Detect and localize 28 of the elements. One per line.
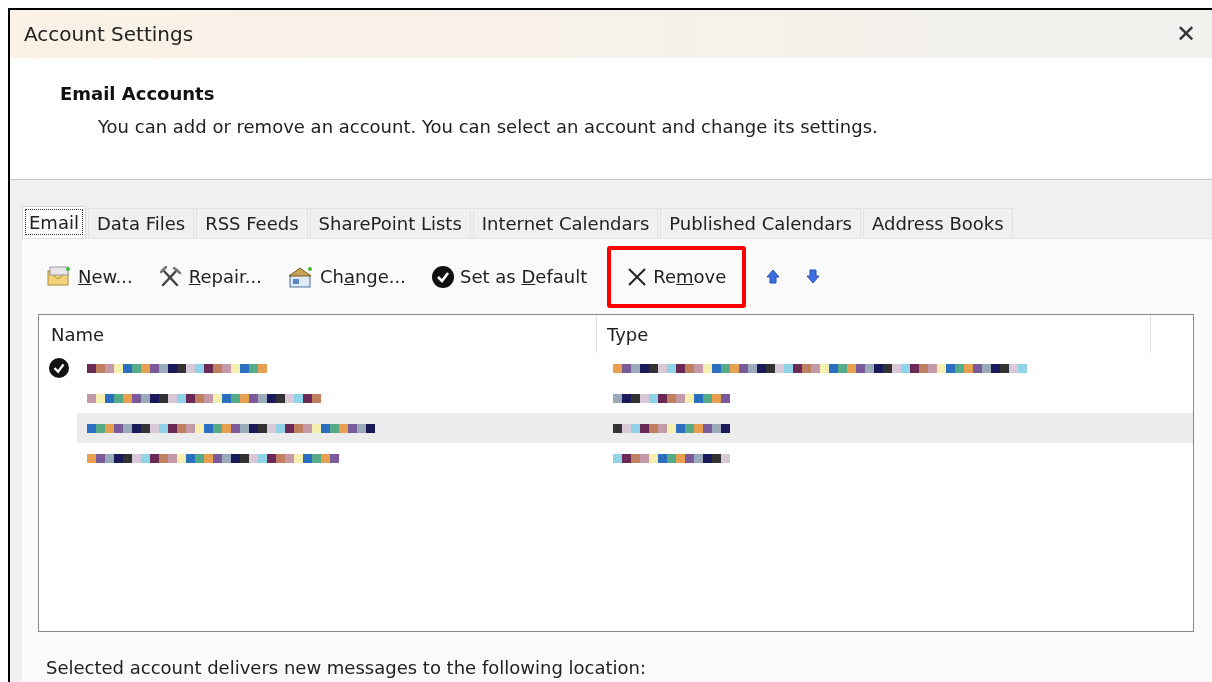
- repair-button[interactable]: Repair...: [152, 256, 268, 297]
- arrow-down-icon: [806, 269, 821, 284]
- tab[interactable]: Data Files: [87, 208, 195, 238]
- account-row[interactable]: [77, 413, 1193, 443]
- new-button[interactable]: New...: [40, 256, 139, 297]
- section-title: Email Accounts: [60, 82, 216, 106]
- window-title: Account Settings: [24, 21, 194, 48]
- envelope-icon: [46, 265, 72, 288]
- tab[interactable]: RSS Feeds: [196, 208, 308, 238]
- section-description: You can add or remove an account. You can select an account and change its settings.: [98, 115, 879, 139]
- tab[interactable]: Email: [22, 206, 86, 238]
- house-card-icon: [287, 265, 314, 288]
- close-button[interactable]: ✕: [1171, 22, 1200, 46]
- check-circle-icon: [49, 358, 69, 378]
- default-button[interactable]: Set as Default: [426, 256, 594, 297]
- delivery-location-text: Selected account delivers new messages to the following location:: [46, 656, 647, 680]
- arrow-up-icon: [766, 269, 781, 284]
- tab[interactable]: Address Books: [863, 208, 1013, 238]
- check-circle-icon: [432, 265, 455, 288]
- column-header[interactable]: Name: [39, 315, 597, 353]
- tab[interactable]: Internet Calendars: [472, 208, 659, 238]
- close-icon: [627, 266, 648, 287]
- tab[interactable]: SharePoint Lists: [309, 208, 471, 238]
- change-button[interactable]: Change...: [281, 256, 413, 297]
- column-header[interactable]: Type: [597, 315, 1151, 353]
- tab[interactable]: Published Calendars: [660, 208, 861, 238]
- remove-button[interactable]: Remove: [607, 245, 747, 308]
- tools-icon: [158, 265, 183, 288]
